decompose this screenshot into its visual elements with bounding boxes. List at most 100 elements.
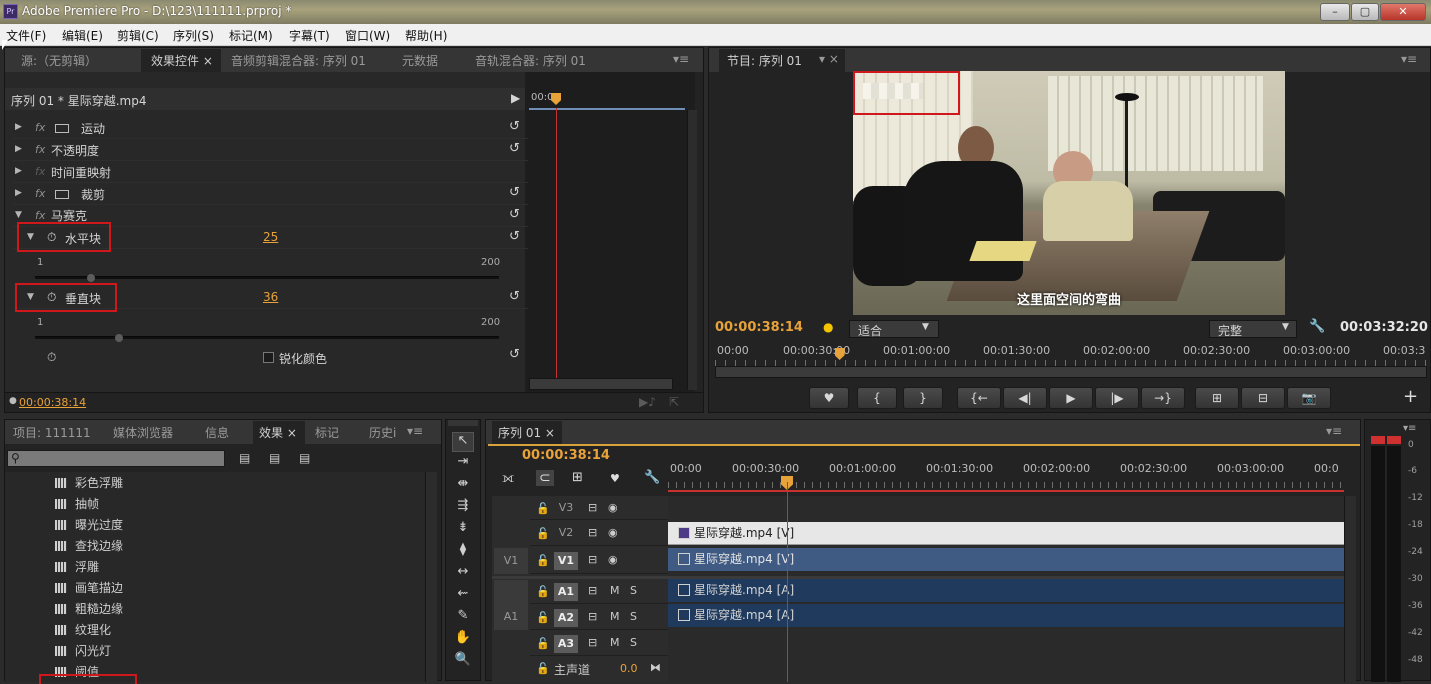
lock-icon[interactable]: 🔓 (536, 527, 550, 540)
sync-lock-icon[interactable]: ⊟ (588, 501, 597, 514)
reset-icon[interactable]: ↺ (509, 289, 520, 304)
minimize-button[interactable]: – (1320, 3, 1350, 21)
reset-icon[interactable]: ↺ (509, 141, 520, 156)
track-label[interactable]: V2 (554, 526, 578, 539)
menu-clip[interactable]: 剪辑(C) (117, 27, 159, 44)
list-item[interactable]: 闪光灯 (55, 642, 111, 659)
tab-history[interactable]: 历史i (369, 424, 396, 441)
wrench-icon[interactable]: 🔧 (1309, 319, 1325, 334)
lock-icon[interactable]: 🔓 (536, 502, 550, 515)
quality-dropdown[interactable]: 完整 ▼ (1209, 320, 1297, 338)
tab-effect-controls[interactable]: 效果控件 × (151, 52, 213, 69)
reset-icon[interactable]: ↺ (509, 185, 520, 200)
show-timeline-arrow-icon[interactable]: ▶ (511, 91, 520, 105)
eye-icon[interactable]: ◉ (608, 553, 618, 566)
snap-icon[interactable]: ⟗ (502, 470, 514, 486)
menu-title[interactable]: 字幕(T) (289, 27, 330, 44)
tab-info[interactable]: 信息 (205, 424, 229, 441)
list-item[interactable]: 彩色浮雕 (55, 474, 123, 491)
list-item[interactable]: 纹理化 (55, 621, 111, 638)
tab-project[interactable]: 项目: 111111 (13, 424, 91, 441)
panel-menu-icon[interactable]: ▾≡ (1326, 424, 1342, 438)
eye-icon[interactable]: ◉ (608, 526, 618, 539)
hand-tool-icon[interactable]: ✋ (452, 630, 474, 650)
reset-icon[interactable]: ↺ (509, 229, 520, 244)
tab-media-browser[interactable]: 媒体浏览器 (113, 424, 173, 441)
program-zoom-bar[interactable] (715, 366, 1427, 378)
work-area-bar[interactable] (668, 490, 1344, 492)
sync-lock-icon[interactable]: ⊟ (588, 584, 597, 597)
tab-audio-clip-mixer[interactable]: 音频剪辑混合器: 序列 01 (231, 52, 366, 69)
accelerated-effects-icon[interactable]: ▤ (239, 451, 250, 465)
menu-window[interactable]: 窗口(W) (345, 27, 390, 44)
yuv-effects-icon[interactable]: ▤ (299, 451, 310, 465)
timeline-settings-wrench-icon[interactable]: 🔧 (644, 470, 660, 485)
sync-lock-icon[interactable]: ⊟ (588, 526, 597, 539)
param-value[interactable]: 36 (263, 290, 278, 304)
sync-lock-icon[interactable]: ⊟ (588, 636, 597, 649)
play-button[interactable]: ▶ (1049, 387, 1093, 409)
effect-row-opacity[interactable]: ▶ fx 不透明度 ↺ (13, 140, 528, 161)
expand-triangle-icon[interactable]: ▶ (15, 166, 22, 176)
step-back-button[interactable]: ◀| (1003, 387, 1047, 409)
solo-button[interactable]: S (630, 584, 637, 597)
mute-button[interactable]: M (610, 636, 620, 649)
tab-audio-track-mixer[interactable]: 音轨混合器: 序列 01 (475, 52, 586, 69)
solo-button[interactable]: S (630, 636, 637, 649)
add-marker-button[interactable]: ♥ (809, 387, 849, 409)
track-label[interactable]: A3 (554, 635, 578, 653)
tab-metadata[interactable]: 元数据 (402, 52, 438, 69)
effect-row-crop[interactable]: ▶ fx 裁剪 ↺ (13, 184, 528, 205)
track-header-a3[interactable]: 🔓 A3 ⊟ M S (530, 632, 668, 656)
track-header-master[interactable]: 🔓 主声道 0.0 ⧓ (530, 658, 668, 680)
play-only-audio-icon[interactable]: ▶♪ (639, 395, 656, 409)
track-label[interactable]: V1 (554, 552, 578, 570)
effect-row-time-remap[interactable]: ▶ fx 时间重映射 (13, 162, 528, 183)
linked-selection-icon[interactable]: ⊂ (536, 470, 554, 486)
list-item[interactable]: 画笔描边 (55, 579, 123, 596)
panel-menu-icon[interactable]: ▾≡ (673, 52, 689, 66)
panel-menu-icon[interactable]: ▾≡ (1401, 52, 1417, 66)
track-header-a1[interactable]: 🔓 A1 ⊟ M S (530, 580, 668, 604)
ripple-edit-tool-icon[interactable]: ⇼ (452, 476, 474, 496)
track-label[interactable]: V3 (554, 501, 578, 514)
lock-icon[interactable]: 🔓 (536, 637, 550, 650)
extract-button[interactable]: ⊟ (1241, 387, 1285, 409)
lift-button[interactable]: ⊞ (1195, 387, 1239, 409)
reset-icon[interactable]: ↺ (509, 347, 520, 362)
collapse-triangle-icon[interactable]: ▼ (15, 210, 22, 220)
track-header-v1[interactable]: 🔓 V1 ⊟ ◉ (530, 548, 668, 574)
selection-tool-icon[interactable]: ↖ (452, 432, 474, 452)
reset-icon[interactable]: ↺ (509, 119, 520, 134)
mark-out-button[interactable]: } (903, 387, 943, 409)
source-patch-a1[interactable]: A1 (494, 580, 528, 630)
clip-v1[interactable]: 星际穿越.mp4 [V] (668, 548, 1344, 571)
sync-lock-icon[interactable]: ⊟ (588, 553, 597, 566)
list-item[interactable]: 抽帧 (55, 495, 99, 512)
menu-file[interactable]: 文件(F) (6, 27, 46, 44)
video-frame[interactable]: 这里面空间的弯曲 (853, 71, 1285, 315)
mini-horizontal-scrollbar[interactable] (529, 378, 673, 390)
32bit-effects-icon[interactable]: ▤ (269, 451, 280, 465)
track-label[interactable]: A1 (554, 583, 578, 601)
vertical-blocks-slider[interactable] (35, 334, 499, 342)
lock-icon[interactable]: 🔓 (536, 611, 550, 624)
list-item[interactable]: 查找边缘 (55, 537, 123, 554)
close-button[interactable]: ✕ (1380, 3, 1426, 21)
clip-v2[interactable]: 星际穿越.mp4 [V] (668, 522, 1344, 545)
expand-triangle-icon[interactable]: ▶ (15, 144, 22, 154)
panel-menu-icon[interactable]: ▾≡ (407, 424, 423, 438)
expand-triangle-icon[interactable]: ▶ (15, 122, 22, 132)
go-to-end-icon[interactable]: ⧓ (650, 661, 661, 674)
param-value[interactable]: 25 (263, 230, 278, 244)
expand-triangle-icon[interactable]: ▶ (15, 188, 22, 198)
list-item[interactable]: 粗糙边缘 (55, 600, 123, 617)
track-header-a2[interactable]: 🔓 A2 ⊟ M S (530, 606, 668, 630)
go-to-in-button[interactable]: {← (957, 387, 1001, 409)
tab-effects[interactable]: 效果 × (259, 424, 297, 441)
effect-controls-timecode[interactable]: 00:00:38:14 (19, 396, 86, 409)
sharpen-checkbox[interactable] (263, 352, 274, 363)
solo-button[interactable]: S (630, 610, 637, 623)
source-patch-v1[interactable]: V1 (494, 548, 528, 574)
add-button[interactable]: + (1403, 386, 1418, 407)
